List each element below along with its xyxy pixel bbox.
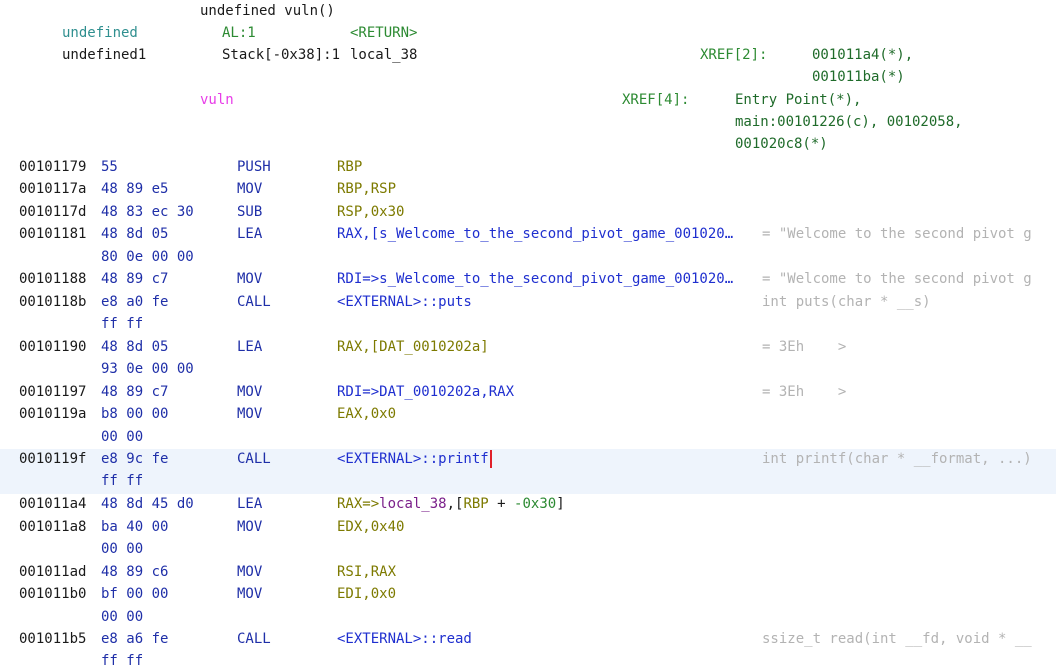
- instruction-mnemonic[interactable]: CALL: [237, 291, 271, 313]
- operands-text: <EXTERNAL>::printf: [337, 451, 489, 467]
- return-type: undefined: [62, 25, 138, 41]
- local-xref-label: XREF[2]:: [700, 47, 768, 63]
- instruction-address[interactable]: 001011b5: [19, 628, 86, 650]
- instruction-operands[interactable]: RBP,RSP: [337, 178, 396, 200]
- local-var-type: undefined1: [62, 47, 147, 63]
- instruction-bytes: 48 89 e5: [101, 181, 169, 197]
- instruction-operands[interactable]: RSP,0x30: [337, 201, 404, 223]
- instruction-mnemonic[interactable]: LEA: [237, 336, 262, 358]
- instruction-address[interactable]: 00101188: [19, 268, 86, 290]
- instruction-bytes: 48 8d 05: [101, 226, 169, 242]
- instruction-address[interactable]: 001011b0: [19, 583, 86, 605]
- instruction-address[interactable]: 00101197: [19, 381, 86, 403]
- instruction-bytes: 48 83 ec 30: [101, 204, 194, 220]
- instruction-address[interactable]: 00101179: [19, 156, 86, 178]
- function-xref-1[interactable]: Entry Point(*),: [735, 89, 861, 111]
- instruction-mnemonic[interactable]: MOV: [237, 561, 262, 583]
- instruction-mnemonic[interactable]: CALL: [237, 628, 271, 650]
- instruction-operands[interactable]: <EXTERNAL>::read: [337, 628, 472, 650]
- instruction-mnemonic[interactable]: CALL: [237, 448, 271, 470]
- instruction-address[interactable]: 001011a4: [19, 493, 86, 515]
- instruction-bytes: 55: [101, 159, 118, 175]
- signature-text: undefined vuln(): [200, 3, 335, 19]
- instruction-bytes-continued: 80 0e 00 00: [101, 249, 194, 265]
- instruction-operands[interactable]: RDI=>s_Welcome_to_the_second_pivot_game_…: [337, 268, 733, 290]
- instruction-bytes-continued: 93 0e 00 00: [101, 361, 194, 377]
- instruction-address[interactable]: 0010118b: [19, 291, 86, 313]
- instruction-bytes-continued: 00 00: [101, 541, 144, 557]
- instruction-mnemonic[interactable]: LEA: [237, 493, 262, 515]
- instruction-comment: int puts(char * __s): [762, 294, 931, 310]
- instruction-operands[interactable]: EDX,0x40: [337, 516, 404, 538]
- instruction-comment: = 3Eh >: [762, 384, 847, 400]
- instruction-address[interactable]: 0010117a: [19, 178, 86, 200]
- instruction-bytes-continued: 00 00: [101, 609, 144, 625]
- instruction-bytes: ba 40 00: [101, 519, 169, 535]
- function-xref-2[interactable]: main:00101226(c), 00102058,: [735, 111, 963, 133]
- instruction-operands-selected[interactable]: <EXTERNAL>::printf: [337, 448, 492, 470]
- instruction-mnemonic[interactable]: MOV: [237, 268, 262, 290]
- instruction-comment: int printf(char * __format, ...): [762, 451, 1032, 467]
- instruction-operands[interactable]: RBP: [337, 156, 362, 178]
- instruction-operands[interactable]: RAX,[s_Welcome_to_the_second_pivot_game_…: [337, 223, 733, 245]
- function-xref-label: XREF[4]:: [622, 92, 690, 108]
- instruction-mnemonic[interactable]: MOV: [237, 381, 262, 403]
- instruction-bytes-continued: 00 00: [101, 429, 144, 445]
- function-label[interactable]: vuln: [200, 89, 234, 111]
- instruction-address[interactable]: 001011ad: [19, 561, 86, 583]
- instruction-address[interactable]: 00101190: [19, 336, 86, 358]
- instruction-mnemonic[interactable]: SUB: [237, 201, 262, 223]
- instruction-bytes-continued: ff ff: [101, 316, 144, 332]
- instruction-bytes: e8 a6 fe: [101, 631, 169, 647]
- local-xref-2[interactable]: 001011ba(*): [812, 66, 905, 88]
- local-xref-1[interactable]: 001011a4(*),: [812, 44, 913, 66]
- instruction-address[interactable]: 0010119a: [19, 403, 86, 425]
- return-storage: AL:1: [222, 25, 256, 41]
- instruction-bytes: bf 00 00: [101, 586, 169, 602]
- instruction-operands[interactable]: RDI=>DAT_0010202a,RAX: [337, 381, 514, 403]
- instruction-mnemonic[interactable]: MOV: [237, 403, 262, 425]
- instruction-address[interactable]: 0010119f: [19, 448, 86, 470]
- instruction-operands[interactable]: RAX=>local_38,[RBP + -0x30]: [337, 493, 565, 515]
- instruction-bytes: 48 89 c7: [101, 271, 169, 287]
- instruction-mnemonic[interactable]: PUSH: [237, 156, 271, 178]
- instruction-operands[interactable]: EDI,0x0: [337, 583, 396, 605]
- function-signature[interactable]: undefined vuln(): [200, 0, 335, 22]
- instruction-comment: ssize_t read(int __fd, void * __: [762, 631, 1032, 647]
- instruction-bytes-continued: ff ff: [101, 473, 144, 489]
- instruction-comment: = "Welcome to the second pivot g: [762, 226, 1032, 242]
- instruction-bytes: 48 8d 05: [101, 339, 169, 355]
- instruction-operands[interactable]: EAX,0x0: [337, 403, 396, 425]
- instruction-bytes: 48 89 c7: [101, 384, 169, 400]
- instruction-bytes: b8 00 00: [101, 406, 169, 422]
- local-var-name[interactable]: local_38: [350, 44, 417, 66]
- instruction-mnemonic[interactable]: MOV: [237, 178, 262, 200]
- instruction-bytes: 48 89 c6: [101, 564, 169, 580]
- instruction-comment: = "Welcome to the second pivot g: [762, 271, 1032, 287]
- instruction-bytes-continued: ff ff: [101, 653, 144, 669]
- instruction-address[interactable]: 0010117d: [19, 201, 86, 223]
- instruction-comment: = 3Eh >: [762, 339, 847, 355]
- instruction-address[interactable]: 001011a8: [19, 516, 86, 538]
- return-name: <RETURN>: [350, 25, 418, 41]
- instruction-mnemonic[interactable]: LEA: [237, 223, 262, 245]
- instruction-operands[interactable]: RAX,[DAT_0010202a]: [337, 336, 489, 358]
- instruction-bytes: e8 a0 fe: [101, 294, 169, 310]
- instruction-operands[interactable]: RSI,RAX: [337, 561, 396, 583]
- function-xref-3[interactable]: 001020c8(*): [735, 133, 828, 155]
- instruction-bytes: 48 8d 45 d0: [101, 496, 194, 512]
- instruction-address[interactable]: 00101181: [19, 223, 86, 245]
- instruction-operands[interactable]: <EXTERNAL>::puts: [337, 291, 472, 313]
- instruction-bytes: e8 9c fe: [101, 451, 169, 467]
- local-var-storage: Stack[-0x38]:1: [222, 47, 341, 63]
- text-cursor: [489, 450, 492, 468]
- instruction-mnemonic[interactable]: MOV: [237, 516, 262, 538]
- instruction-mnemonic[interactable]: MOV: [237, 583, 262, 605]
